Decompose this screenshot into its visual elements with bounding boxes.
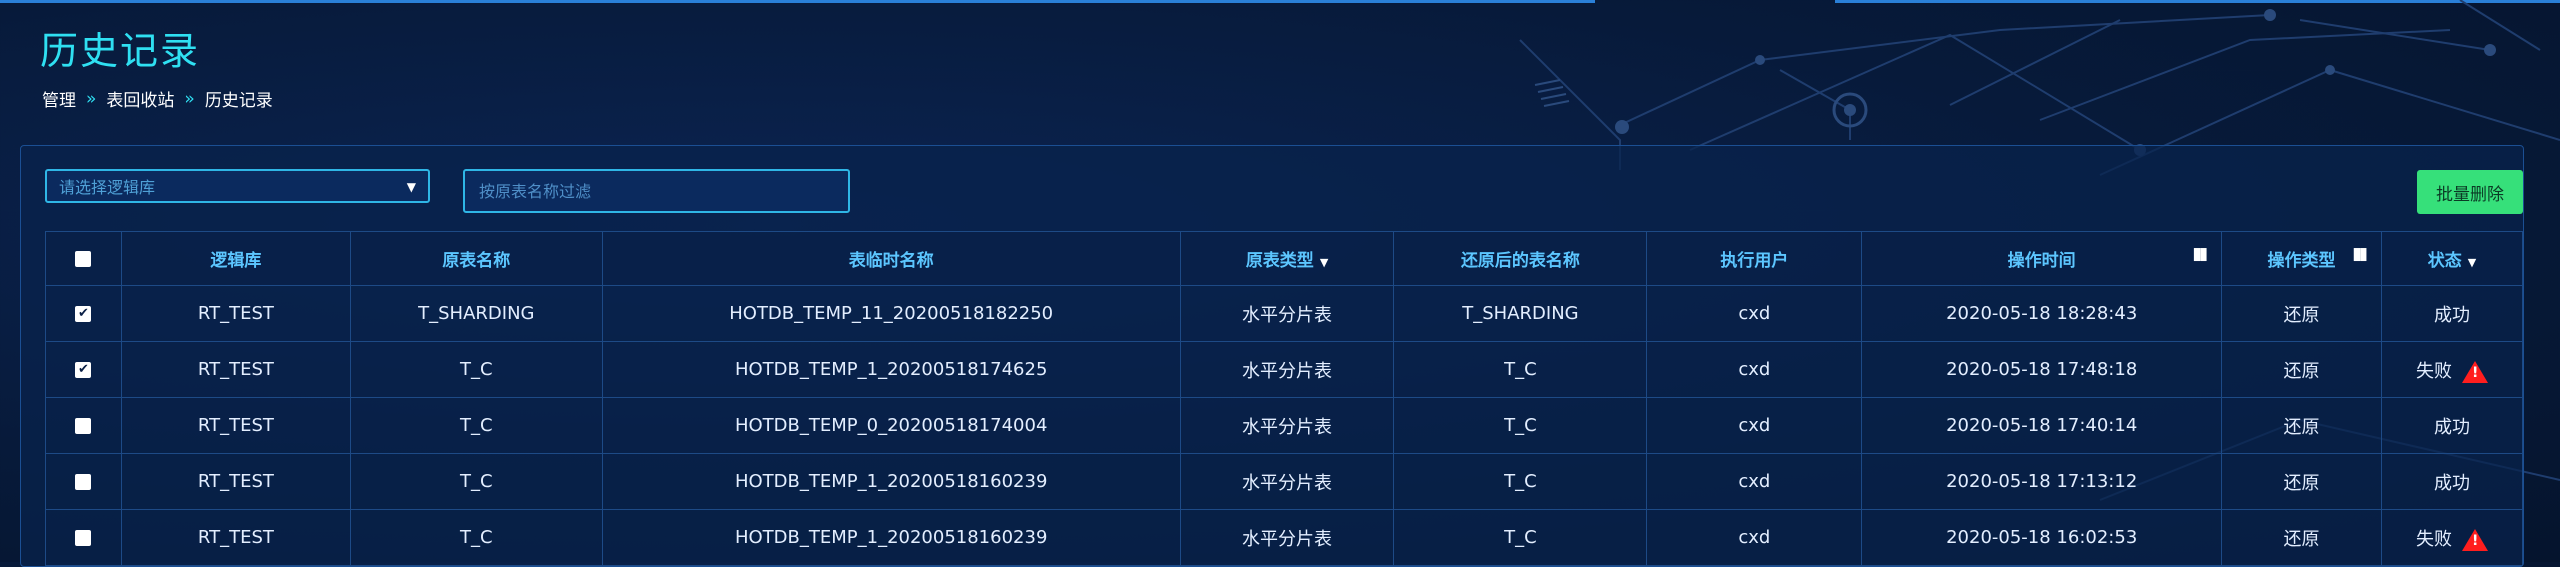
sort-down-icon[interactable]: ▼	[1320, 256, 1328, 269]
column-header-table-type[interactable]: 原表类型 ▼	[1179, 231, 1395, 286]
sort-down-icon[interactable]: ▼	[2468, 256, 2476, 269]
top-accent-line-left	[0, 0, 1595, 3]
breadcrumb: 管理 » 表回收站 » 历史记录	[42, 86, 273, 112]
select-all-cell	[45, 231, 122, 286]
cell-op-type: 还原	[2221, 341, 2382, 398]
breadcrumb-separator-icon: »	[184, 88, 195, 109]
warning-triangle-icon[interactable]	[2462, 528, 2488, 551]
cell-temp-name: HOTDB_TEMP_0_20200518174004	[601, 397, 1181, 454]
row-checkbox[interactable]: ✔	[75, 306, 92, 322]
cell-table-type: 水平分片表	[1179, 397, 1395, 454]
table-row: ✔ RT_TEST T_C HOTDB_TEMP_1_2020051817462…	[45, 341, 2523, 398]
logical-db-select-placeholder: 请选择逻辑库	[59, 178, 156, 197]
cell-op-time: 2020-05-18 17:48:18	[1861, 341, 2223, 398]
batch-delete-button[interactable]: 批量删除	[2417, 170, 2523, 214]
table-row: RT_TEST T_C HOTDB_TEMP_1_20200518160239 …	[45, 509, 2523, 566]
cell-op-time: 2020-05-18 18:28:43	[1861, 285, 2223, 342]
cell-original-table: T_C	[349, 509, 603, 566]
cell-op-type: 还原	[2221, 285, 2382, 342]
top-accent-line-right	[1835, 0, 2560, 3]
chevron-down-icon: ▼	[406, 180, 416, 194]
cell-restored-name: T_SHARDING	[1393, 285, 1648, 342]
page-title: 历史记录	[40, 29, 201, 73]
cell-restored-name: T_C	[1393, 397, 1648, 454]
column-header-op-type: 操作类型 ▮▮	[2221, 231, 2382, 286]
cell-original-table: T_SHARDING	[349, 285, 603, 342]
history-table: 逻辑库 原表名称 表临时名称 原表类型 ▼ 还原后的表名称 执行用户 操作时间 ▮▮…	[45, 231, 2523, 566]
status-text: 成功	[2434, 304, 2470, 326]
select-all-checkbox[interactable]	[75, 250, 92, 267]
table-name-filter-input[interactable]	[463, 169, 850, 213]
breadcrumb-separator-icon: »	[86, 88, 97, 109]
cell-original-table: T_C	[349, 453, 603, 510]
cell-temp-name: HOTDB_TEMP_11_20200518182250	[601, 285, 1181, 342]
cell-table-type: 水平分片表	[1179, 341, 1395, 398]
cell-op-time: 2020-05-18 16:02:53	[1861, 509, 2223, 566]
status-text: 失败	[2416, 528, 2452, 550]
cell-logical-db: RT_TEST	[120, 341, 351, 398]
cell-user: cxd	[1646, 509, 1863, 566]
cell-op-type: 还原	[2221, 453, 2382, 510]
table-row: RT_TEST T_C HOTDB_TEMP_1_20200518160239 …	[45, 453, 2523, 510]
cell-op-type: 还原	[2221, 509, 2382, 566]
cell-user: cxd	[1646, 285, 1863, 342]
cell-table-type: 水平分片表	[1179, 285, 1395, 342]
cell-op-time: 2020-05-18 17:13:12	[1861, 453, 2223, 510]
cell-status: 失败	[2381, 341, 2523, 398]
cell-op-type: 还原	[2221, 397, 2382, 454]
cell-logical-db: RT_TEST	[120, 453, 351, 510]
row-checkbox[interactable]	[75, 418, 92, 434]
table-row: RT_TEST T_C HOTDB_TEMP_0_20200518174004 …	[45, 397, 2523, 454]
breadcrumb-item-recycle-bin[interactable]: 表回收站	[106, 86, 174, 111]
cell-user: cxd	[1646, 453, 1863, 510]
cell-original-table: T_C	[349, 397, 603, 454]
breadcrumb-item-current: 历史记录	[204, 91, 273, 111]
cell-status: 成功	[2381, 397, 2523, 454]
logical-db-select[interactable]: 请选择逻辑库 ▼	[45, 169, 430, 203]
binoculars-icon[interactable]: ▮▮	[2352, 244, 2368, 264]
row-checkbox[interactable]	[75, 530, 92, 546]
cell-status: 失败	[2381, 509, 2523, 566]
cell-status: 成功	[2381, 453, 2523, 510]
column-header-op-time: 操作时间 ▮▮	[1861, 231, 2223, 286]
table-header-row: 逻辑库 原表名称 表临时名称 原表类型 ▼ 还原后的表名称 执行用户 操作时间 ▮▮…	[45, 231, 2523, 286]
table-row: ✔ RT_TEST T_SHARDING HOTDB_TEMP_11_20200…	[45, 285, 2523, 342]
cell-op-time: 2020-05-18 17:40:14	[1861, 397, 2223, 454]
breadcrumb-item-manage[interactable]: 管理	[42, 86, 76, 111]
history-panel: 请选择逻辑库 ▼ 批量删除 逻辑库 原表名称 表临时名称 原表类型▼ 还原后的表…	[20, 145, 2524, 567]
cell-table-type: 水平分片表	[1179, 453, 1395, 510]
cell-temp-name: HOTDB_TEMP_1_20200518160239	[601, 453, 1181, 510]
cell-restored-name: T_C	[1393, 453, 1648, 510]
binoculars-icon[interactable]: ▮▮	[2192, 244, 2208, 264]
warning-triangle-icon[interactable]	[2462, 360, 2488, 383]
column-header-logical-db: 逻辑库	[120, 231, 351, 286]
column-header-original-table: 原表名称	[349, 231, 603, 286]
cell-logical-db: RT_TEST	[120, 509, 351, 566]
column-header-user: 执行用户	[1646, 231, 1863, 286]
cell-logical-db: RT_TEST	[120, 285, 351, 342]
cell-user: cxd	[1646, 397, 1863, 454]
status-text: 成功	[2434, 472, 2470, 494]
column-header-temp-name: 表临时名称	[601, 231, 1181, 286]
cell-original-table: T_C	[349, 341, 603, 398]
column-header-status[interactable]: 状态 ▼	[2381, 231, 2523, 286]
cell-logical-db: RT_TEST	[120, 397, 351, 454]
column-header-restored-name: 还原后的表名称	[1393, 231, 1648, 286]
status-text: 成功	[2434, 416, 2470, 438]
row-checkbox[interactable]: ✔	[75, 362, 92, 378]
cell-temp-name: HOTDB_TEMP_1_20200518160239	[601, 509, 1181, 566]
status-text: 失败	[2416, 360, 2452, 382]
cell-restored-name: T_C	[1393, 341, 1648, 398]
cell-restored-name: T_C	[1393, 509, 1648, 566]
cell-user: cxd	[1646, 341, 1863, 398]
cell-temp-name: HOTDB_TEMP_1_20200518174625	[601, 341, 1181, 398]
cell-status: 成功	[2381, 285, 2523, 342]
row-checkbox[interactable]	[75, 474, 92, 490]
cell-table-type: 水平分片表	[1179, 509, 1395, 566]
